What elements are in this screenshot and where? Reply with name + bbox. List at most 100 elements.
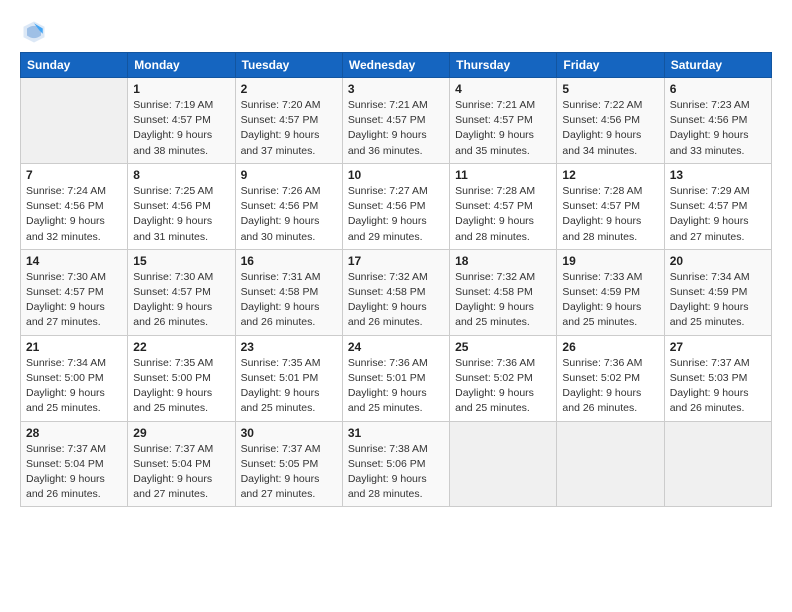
calendar-cell: 21Sunrise: 7:34 AMSunset: 5:00 PMDayligh… xyxy=(21,335,128,421)
calendar-cell: 30Sunrise: 7:37 AMSunset: 5:05 PMDayligh… xyxy=(235,421,342,507)
day-info: Sunrise: 7:26 AMSunset: 4:56 PMDaylight:… xyxy=(241,184,337,245)
day-number: 27 xyxy=(670,340,766,354)
day-number: 1 xyxy=(133,82,229,96)
calendar-cell: 31 Sunrise: 7:38 AMSunset: 5:06 PMDayligh… xyxy=(342,421,449,507)
day-number: 11 xyxy=(455,168,551,182)
day-info: Sunrise: 7:36 AMSunset: 5:02 PMDaylight:… xyxy=(455,356,551,417)
day-info: Sunrise: 7:29 AMSunset: 4:57 PMDaylight:… xyxy=(670,184,766,245)
day-number: 17 xyxy=(348,254,444,268)
day-info: Sunrise: 7:30 AMSunset: 4:57 PMDaylight:… xyxy=(133,270,229,331)
day-info: Sunrise: 7:34 AMSunset: 4:59 PMDaylight:… xyxy=(670,270,766,331)
day-number: 20 xyxy=(670,254,766,268)
day-info: Sunrise: 7:32 AMSunset: 4:58 PMDaylight:… xyxy=(348,270,444,331)
day-info: Sunrise: 7:35 AMSunset: 5:00 PMDaylight:… xyxy=(133,356,229,417)
day-number: 15 xyxy=(133,254,229,268)
day-number: 3 xyxy=(348,82,444,96)
weekday-header-tuesday: Tuesday xyxy=(235,53,342,78)
day-info: Sunrise: 7:37 AMSunset: 5:05 PMDaylight:… xyxy=(241,442,337,503)
week-row-2: 7 Sunrise: 7:24 AMSunset: 4:56 PMDaylight… xyxy=(21,163,772,249)
calendar-cell: 13Sunrise: 7:29 AMSunset: 4:57 PMDayligh… xyxy=(664,163,771,249)
weekday-header-wednesday: Wednesday xyxy=(342,53,449,78)
day-info: Sunrise: 7:34 AMSunset: 5:00 PMDaylight:… xyxy=(26,356,122,417)
day-number: 28 xyxy=(26,426,122,440)
calendar-cell: 1 Sunrise: 7:19 AMSunset: 4:57 PMDaylight… xyxy=(128,78,235,164)
day-info: Sunrise: 7:23 AMSunset: 4:56 PMDaylight:… xyxy=(670,98,766,159)
day-info: Sunrise: 7:25 AMSunset: 4:56 PMDaylight:… xyxy=(133,184,229,245)
calendar-cell xyxy=(664,421,771,507)
calendar-cell: 4 Sunrise: 7:21 AMSunset: 4:57 PMDaylight… xyxy=(450,78,557,164)
day-info: Sunrise: 7:30 AMSunset: 4:57 PMDaylight:… xyxy=(26,270,122,331)
day-number: 19 xyxy=(562,254,658,268)
logo-icon xyxy=(20,18,48,46)
day-info: Sunrise: 7:36 AMSunset: 5:02 PMDaylight:… xyxy=(562,356,658,417)
day-number: 6 xyxy=(670,82,766,96)
calendar-cell: 25Sunrise: 7:36 AMSunset: 5:02 PMDayligh… xyxy=(450,335,557,421)
day-info: Sunrise: 7:38 AMSunset: 5:06 PMDaylight:… xyxy=(348,442,444,503)
weekday-header-friday: Friday xyxy=(557,53,664,78)
day-number: 2 xyxy=(241,82,337,96)
calendar-cell: 23 Sunrise: 7:35 AMSunset: 5:01 PMDayligh… xyxy=(235,335,342,421)
day-number: 26 xyxy=(562,340,658,354)
calendar-cell: 5 Sunrise: 7:22 AMSunset: 4:56 PMDaylight… xyxy=(557,78,664,164)
day-info: Sunrise: 7:32 AMSunset: 4:58 PMDaylight:… xyxy=(455,270,551,331)
weekday-header-thursday: Thursday xyxy=(450,53,557,78)
week-row-1: 1 Sunrise: 7:19 AMSunset: 4:57 PMDaylight… xyxy=(21,78,772,164)
calendar-cell xyxy=(450,421,557,507)
day-number: 24 xyxy=(348,340,444,354)
day-number: 16 xyxy=(241,254,337,268)
day-number: 23 xyxy=(241,340,337,354)
day-info: Sunrise: 7:24 AMSunset: 4:56 PMDaylight:… xyxy=(26,184,122,245)
day-number: 31 xyxy=(348,426,444,440)
day-number: 18 xyxy=(455,254,551,268)
calendar-cell: 27Sunrise: 7:37 AMSunset: 5:03 PMDayligh… xyxy=(664,335,771,421)
calendar-cell: 6 Sunrise: 7:23 AMSunset: 4:56 PMDaylight… xyxy=(664,78,771,164)
day-number: 4 xyxy=(455,82,551,96)
day-info: Sunrise: 7:37 AMSunset: 5:04 PMDaylight:… xyxy=(26,442,122,503)
day-info: Sunrise: 7:28 AMSunset: 4:57 PMDaylight:… xyxy=(562,184,658,245)
calendar-cell: 10 Sunrise: 7:27 AMSunset: 4:56 PMDayligh… xyxy=(342,163,449,249)
logo xyxy=(20,18,52,46)
calendar-cell: 3 Sunrise: 7:21 AMSunset: 4:57 PMDaylight… xyxy=(342,78,449,164)
day-info: Sunrise: 7:37 AMSunset: 5:04 PMDaylight:… xyxy=(133,442,229,503)
calendar-table: SundayMondayTuesdayWednesdayThursdayFrid… xyxy=(20,52,772,507)
day-number: 8 xyxy=(133,168,229,182)
day-info: Sunrise: 7:27 AMSunset: 4:56 PMDaylight:… xyxy=(348,184,444,245)
day-info: Sunrise: 7:21 AMSunset: 4:57 PMDaylight:… xyxy=(455,98,551,159)
calendar-cell: 2 Sunrise: 7:20 AMSunset: 4:57 PMDaylight… xyxy=(235,78,342,164)
calendar-cell: 18 Sunrise: 7:32 AMSunset: 4:58 PMDayligh… xyxy=(450,249,557,335)
calendar-cell: 20 Sunrise: 7:34 AMSunset: 4:59 PMDayligh… xyxy=(664,249,771,335)
day-info: Sunrise: 7:20 AMSunset: 4:57 PMDaylight:… xyxy=(241,98,337,159)
page: SundayMondayTuesdayWednesdayThursdayFrid… xyxy=(0,0,792,517)
weekday-header-sunday: Sunday xyxy=(21,53,128,78)
day-number: 7 xyxy=(26,168,122,182)
week-row-4: 21Sunrise: 7:34 AMSunset: 5:00 PMDayligh… xyxy=(21,335,772,421)
calendar-cell xyxy=(557,421,664,507)
week-row-3: 14 Sunrise: 7:30 AMSunset: 4:57 PMDayligh… xyxy=(21,249,772,335)
calendar-cell: 14 Sunrise: 7:30 AMSunset: 4:57 PMDayligh… xyxy=(21,249,128,335)
day-info: Sunrise: 7:35 AMSunset: 5:01 PMDaylight:… xyxy=(241,356,337,417)
day-number: 5 xyxy=(562,82,658,96)
day-info: Sunrise: 7:22 AMSunset: 4:56 PMDaylight:… xyxy=(562,98,658,159)
calendar-cell: 24Sunrise: 7:36 AMSunset: 5:01 PMDayligh… xyxy=(342,335,449,421)
calendar-cell xyxy=(21,78,128,164)
day-number: 14 xyxy=(26,254,122,268)
day-info: Sunrise: 7:19 AMSunset: 4:57 PMDaylight:… xyxy=(133,98,229,159)
calendar-cell: 29 Sunrise: 7:37 AMSunset: 5:04 PMDayligh… xyxy=(128,421,235,507)
day-number: 10 xyxy=(348,168,444,182)
weekday-header-row: SundayMondayTuesdayWednesdayThursdayFrid… xyxy=(21,53,772,78)
day-number: 29 xyxy=(133,426,229,440)
day-info: Sunrise: 7:31 AMSunset: 4:58 PMDaylight:… xyxy=(241,270,337,331)
week-row-5: 28 Sunrise: 7:37 AMSunset: 5:04 PMDayligh… xyxy=(21,421,772,507)
calendar-cell: 22Sunrise: 7:35 AMSunset: 5:00 PMDayligh… xyxy=(128,335,235,421)
calendar-cell: 9Sunrise: 7:26 AMSunset: 4:56 PMDaylight… xyxy=(235,163,342,249)
calendar-cell: 7 Sunrise: 7:24 AMSunset: 4:56 PMDaylight… xyxy=(21,163,128,249)
calendar-cell: 16 Sunrise: 7:31 AMSunset: 4:58 PMDayligh… xyxy=(235,249,342,335)
day-info: Sunrise: 7:28 AMSunset: 4:57 PMDaylight:… xyxy=(455,184,551,245)
calendar-cell: 19Sunrise: 7:33 AMSunset: 4:59 PMDayligh… xyxy=(557,249,664,335)
calendar-cell: 17 Sunrise: 7:32 AMSunset: 4:58 PMDayligh… xyxy=(342,249,449,335)
header xyxy=(20,18,772,46)
weekday-header-saturday: Saturday xyxy=(664,53,771,78)
calendar-cell: 8 Sunrise: 7:25 AMSunset: 4:56 PMDaylight… xyxy=(128,163,235,249)
day-info: Sunrise: 7:21 AMSunset: 4:57 PMDaylight:… xyxy=(348,98,444,159)
calendar-cell: 26 Sunrise: 7:36 AMSunset: 5:02 PMDayligh… xyxy=(557,335,664,421)
